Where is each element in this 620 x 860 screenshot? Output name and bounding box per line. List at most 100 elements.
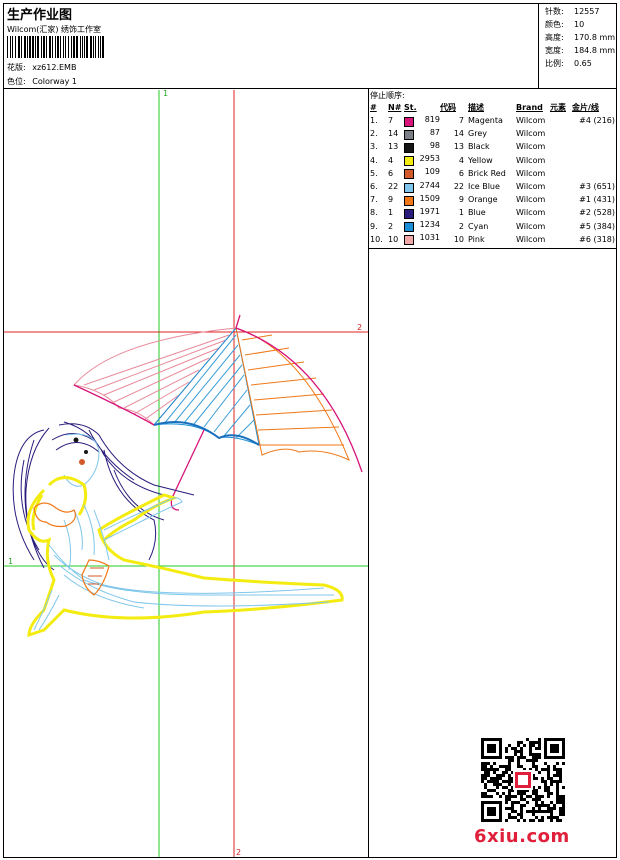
sequence-separator — [368, 248, 617, 249]
guide-label: 2 — [357, 323, 362, 332]
qr-module — [532, 762, 535, 765]
qr-module — [508, 807, 511, 810]
qr-module — [508, 765, 511, 768]
qr-module — [493, 789, 496, 792]
qr-module — [514, 795, 517, 798]
qr-module — [511, 804, 514, 807]
qr-module — [505, 780, 508, 783]
qr-module — [529, 759, 532, 762]
qr-module — [487, 774, 490, 777]
barcode-bar — [18, 36, 20, 58]
qr-module — [535, 768, 538, 771]
barcode-bar — [24, 36, 26, 58]
qr-module — [553, 804, 556, 807]
sequin-info — [572, 140, 615, 153]
qr-module — [487, 762, 490, 765]
qr-module — [508, 792, 511, 795]
qr-module — [487, 771, 490, 774]
barcode-bar — [63, 36, 64, 58]
color-swatch — [404, 195, 414, 206]
qr-module — [559, 774, 562, 777]
sequin-info: #5 (384) — [579, 221, 615, 231]
col-header: 金片/线 — [572, 102, 599, 112]
thread-description: Cyan — [468, 221, 489, 231]
qr-module — [511, 747, 514, 750]
qr-module — [550, 777, 553, 780]
barcode-bar — [68, 36, 69, 58]
qr-module — [556, 771, 559, 774]
qr-logo — [518, 775, 528, 785]
qr-module — [532, 753, 535, 756]
sequin-info: #1 (431) — [579, 195, 615, 205]
qr-module — [553, 768, 556, 771]
stat-value: 10 — [574, 20, 585, 29]
qr-code — [481, 738, 565, 822]
barcode-bar — [73, 36, 75, 58]
element-cell — [550, 180, 572, 193]
barcode-bar — [71, 36, 72, 58]
qr-module — [499, 765, 502, 768]
stitch-count: 87 — [404, 127, 440, 140]
qr-module — [514, 816, 517, 819]
qr-module — [547, 810, 550, 813]
qr-module — [559, 801, 562, 804]
qr-module — [517, 756, 520, 759]
col-header: 描述 — [468, 102, 484, 112]
qr-module — [538, 753, 541, 756]
stat-value: 12557 — [574, 7, 600, 16]
needle-number: 13 — [388, 142, 399, 152]
seq-index: 10. — [370, 234, 383, 244]
qr-module — [496, 792, 499, 795]
qr-module — [544, 783, 547, 786]
barcode-bar — [10, 36, 11, 58]
qr-module — [562, 786, 565, 789]
sequence-header-row: # N# St. 代码 描述 Brand 元素 金片/线 — [370, 101, 615, 114]
stitch-count-value: 1031 — [419, 233, 440, 243]
qr-module — [550, 792, 553, 795]
thread-description: Black — [468, 142, 490, 152]
qr-module — [550, 783, 553, 786]
qr-module — [514, 750, 517, 753]
qr-module — [505, 795, 508, 798]
qr-module — [505, 798, 508, 801]
seq-index: 8. — [370, 208, 378, 218]
stat-label: 针数: — [545, 7, 564, 16]
qr-module — [535, 777, 538, 780]
thread-brand: Wilcom — [516, 195, 546, 205]
thread-code: 10 — [453, 234, 464, 244]
qr-module — [559, 768, 562, 771]
qr-module — [496, 783, 499, 786]
stitch-count: 98 — [404, 140, 440, 153]
element-cell — [550, 193, 572, 206]
qr-module — [553, 774, 556, 777]
sequin-info — [572, 127, 615, 140]
element-cell — [550, 233, 572, 246]
qr-module — [508, 762, 511, 765]
barcode-bar — [98, 36, 99, 58]
qr-module — [538, 807, 541, 810]
qr-module — [547, 789, 550, 792]
qr-module — [520, 798, 523, 801]
qr-module — [535, 789, 538, 792]
stat-label: 高度: — [545, 33, 564, 42]
umbrella — [73, 314, 363, 511]
qr-module — [517, 762, 520, 765]
qr-module — [484, 792, 487, 795]
qr-module — [517, 765, 520, 768]
stat-scale: 比例: 0.65 — [545, 58, 592, 69]
barcode-bar — [35, 36, 36, 58]
qr-module — [484, 795, 487, 798]
qr-module — [544, 768, 547, 771]
qr-module — [481, 792, 484, 795]
barcode-bar — [29, 36, 31, 58]
qr-module — [547, 795, 550, 798]
qr-module — [520, 747, 523, 750]
qr-module — [538, 795, 541, 798]
sequence-row: 7. 9 1509 9 Orange Wilcom #1 (431) — [370, 193, 615, 206]
qr-module — [526, 738, 529, 741]
qr-module — [544, 762, 547, 765]
sequence-row: 10. 10 1031 10 Pink Wilcom #6 (318) — [370, 233, 615, 246]
qr-module — [511, 816, 514, 819]
qr-module — [514, 753, 517, 756]
stitch-count: 109 — [404, 167, 440, 180]
